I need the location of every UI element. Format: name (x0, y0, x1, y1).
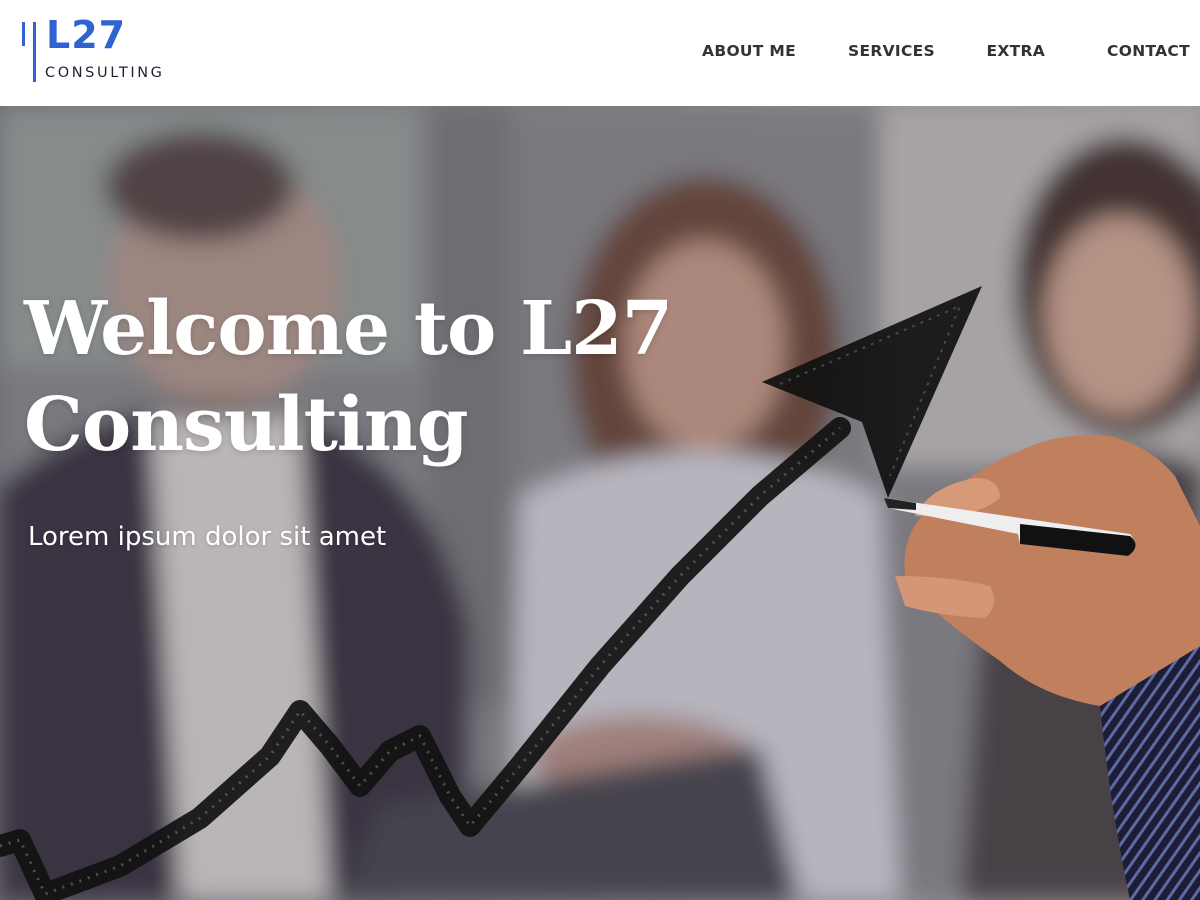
hero-title: Welcome to L27 Consulting (24, 286, 673, 468)
nav-about-me[interactable]: ABOUT ME (702, 42, 796, 60)
logo-tagline: CONSULTING (45, 65, 165, 81)
logo[interactable]: L27 CONSULTING (20, 13, 190, 88)
nav-services[interactable]: SERVICES (848, 42, 935, 60)
hero-section: Welcome to L27 Consulting Lorem ipsum do… (0, 106, 1200, 900)
nav-contact[interactable]: CONTACT (1107, 42, 1190, 60)
hero-background-image (0, 106, 1200, 900)
logo-mark: L27 (46, 13, 127, 57)
hero-subtitle: Lorem ipsum dolor sit amet (28, 522, 387, 552)
nav-extra[interactable]: EXTRA (986, 42, 1045, 60)
site-header: L27 CONSULTING ABOUT ME SERVICES EXTRA C… (0, 0, 1200, 106)
